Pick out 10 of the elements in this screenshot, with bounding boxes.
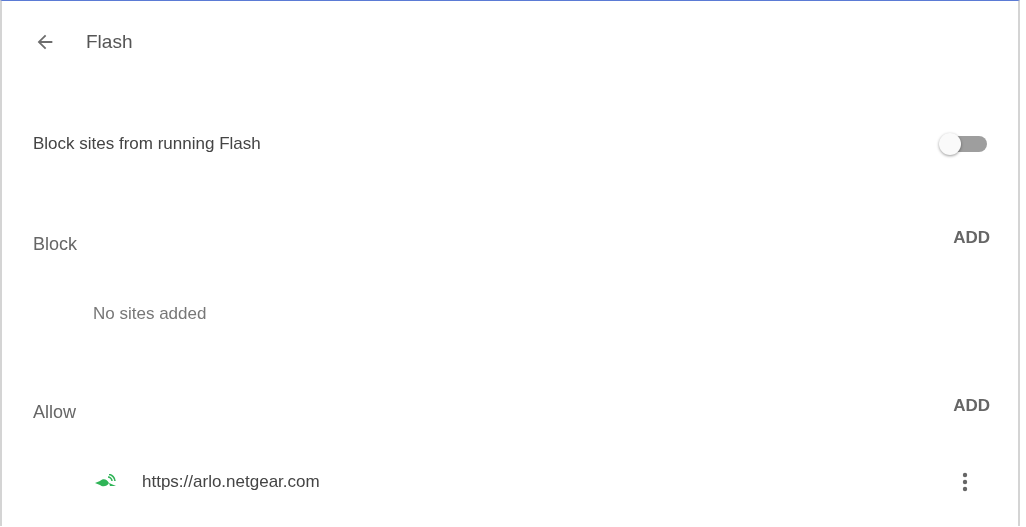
add-button[interactable]: ADD <box>953 228 990 248</box>
more-options-icon[interactable] <box>962 472 968 492</box>
setting-label: Block sites from running Flash <box>33 134 261 154</box>
empty-message: No sites added <box>93 304 207 324</box>
section-heading: Allow <box>33 401 76 423</box>
section-heading: Block <box>33 233 77 255</box>
page-title: Flash <box>86 31 133 53</box>
add-button[interactable]: ADD <box>953 396 990 416</box>
toggle-switch[interactable] <box>939 132 987 156</box>
site-url[interactable]: https://arlo.netgear.com <box>142 472 962 492</box>
